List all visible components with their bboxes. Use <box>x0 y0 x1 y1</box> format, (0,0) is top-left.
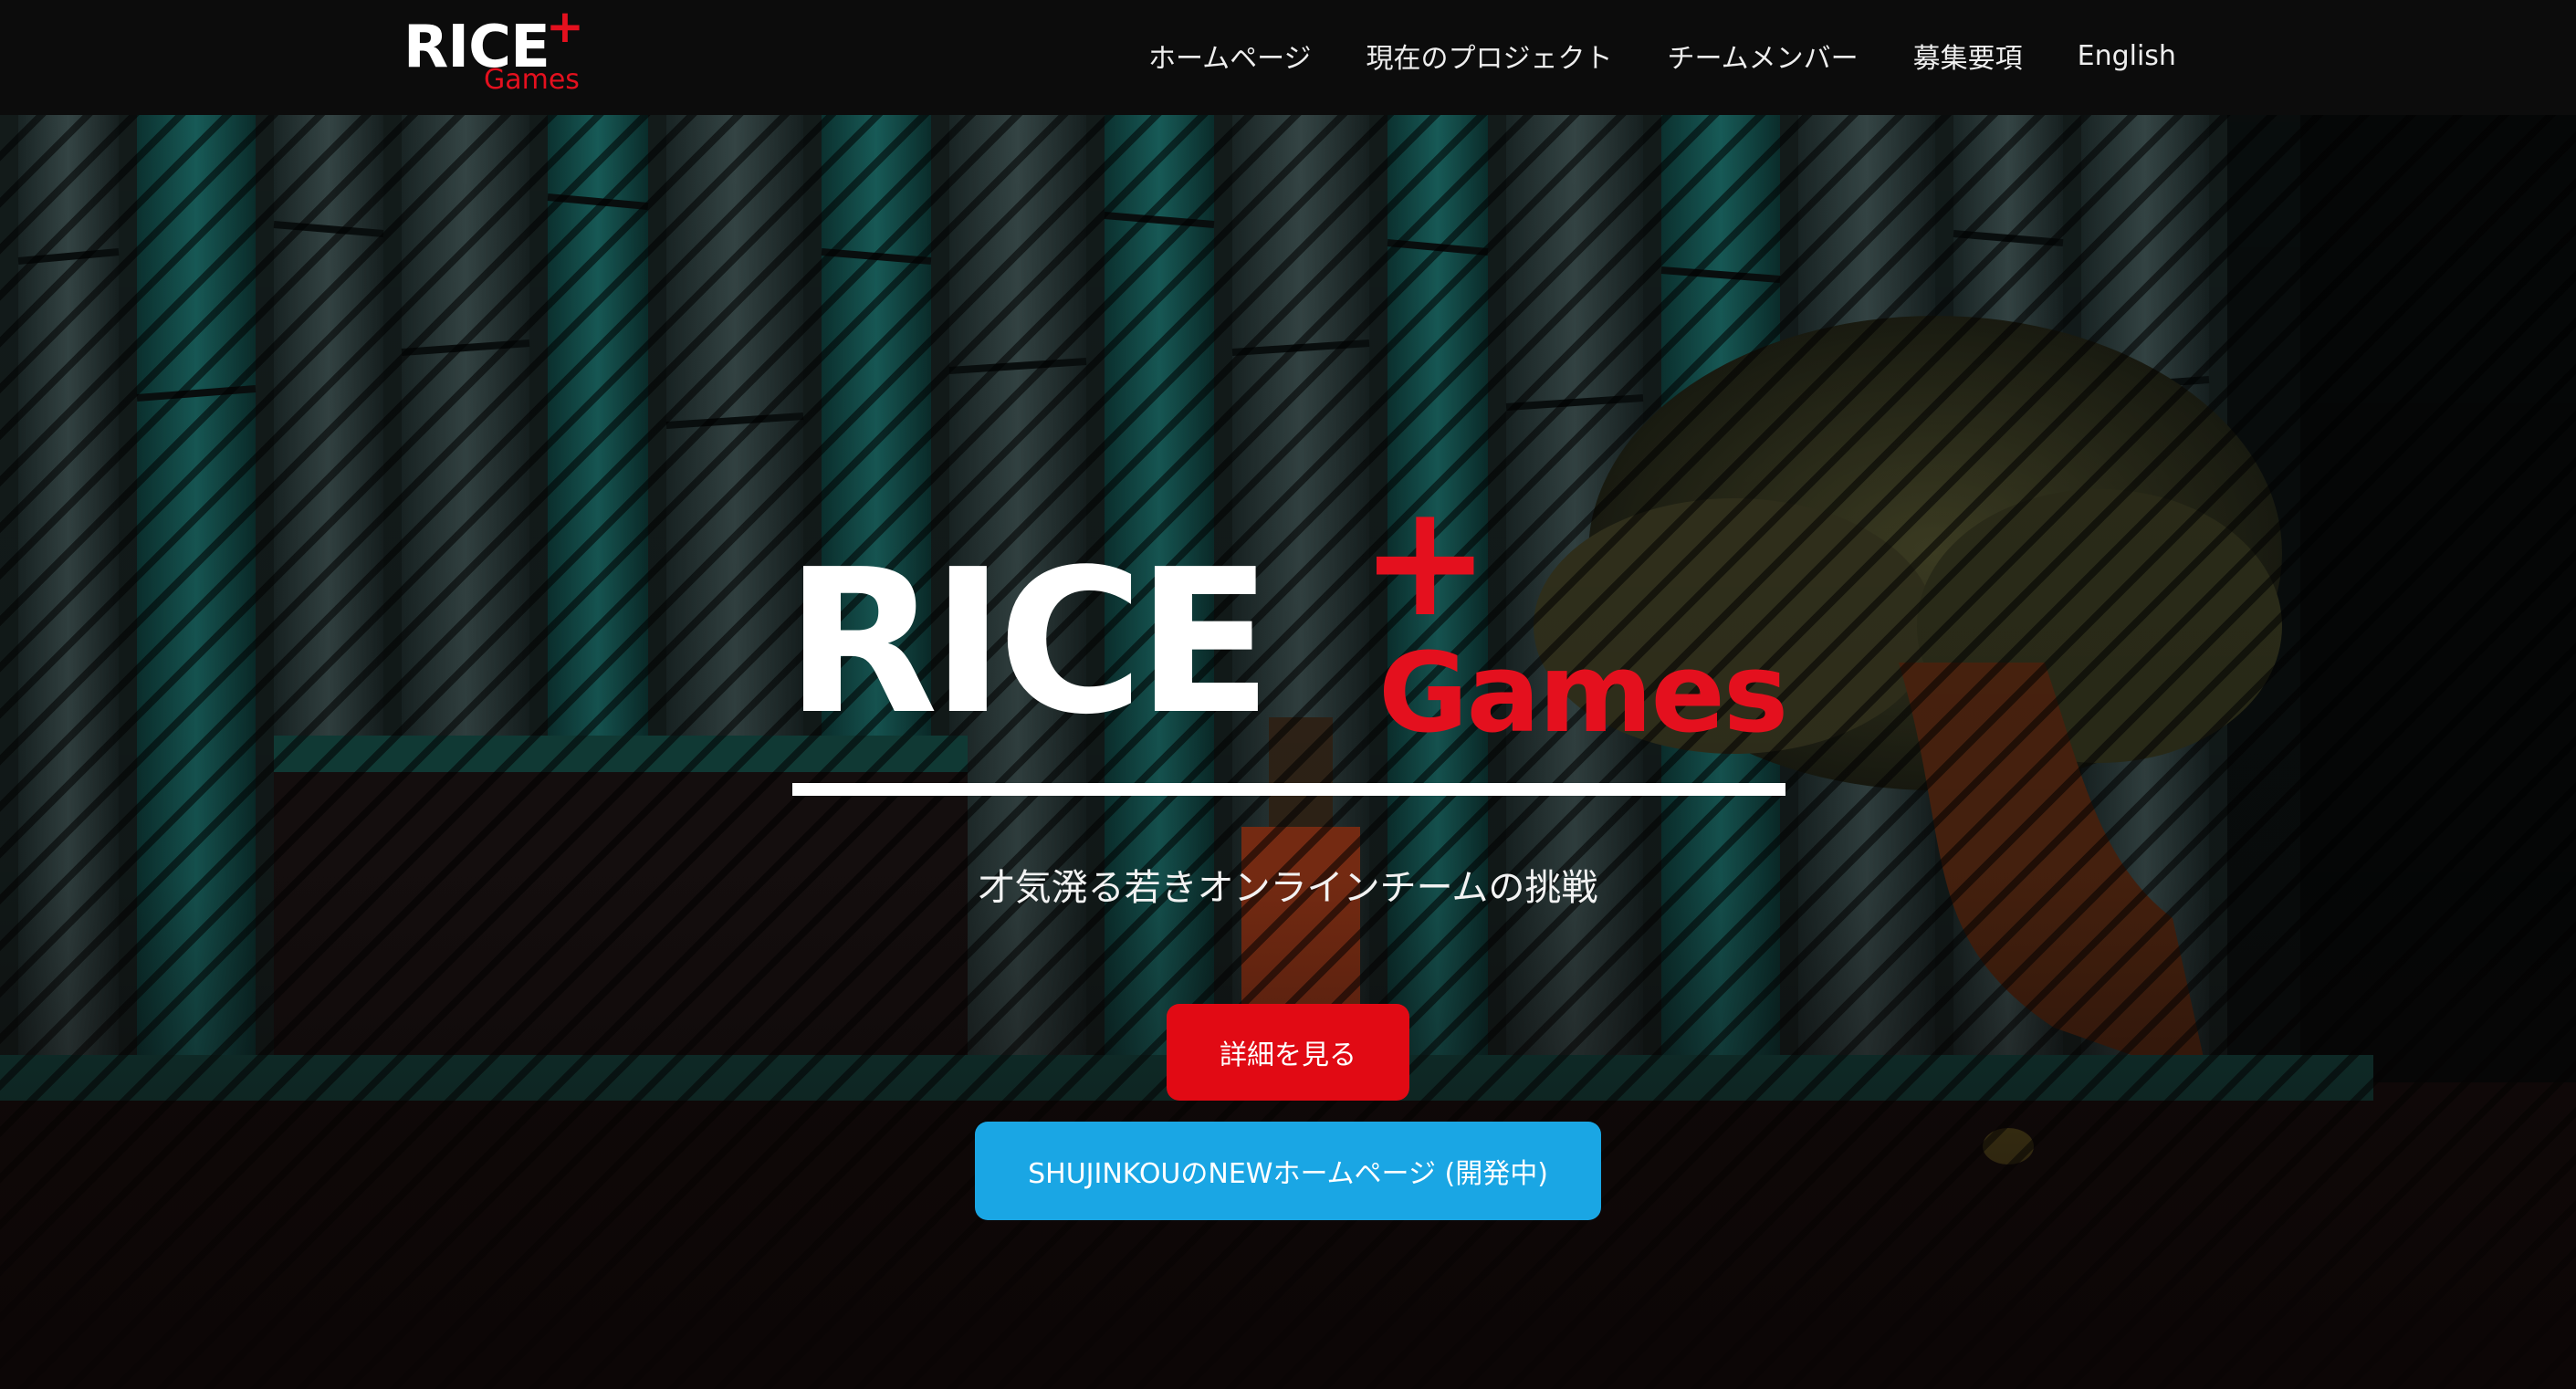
hero-logo-games-text: Games <box>1378 631 1788 757</box>
hero-logo-rice-text: RICE <box>785 527 1272 758</box>
nav-item-home[interactable]: ホームページ <box>1148 36 1312 76</box>
nav-item-recruitment[interactable]: 募集要項 <box>1913 36 2023 76</box>
nav-item-current-project[interactable]: 現在のプロジェクト <box>1367 36 1613 76</box>
hero-logo-underline <box>792 783 1785 796</box>
nav-item-english[interactable]: English <box>2078 40 2176 72</box>
brand-logo[interactable]: RICE + Games <box>402 0 584 102</box>
hero-logo-plus: + <box>1360 471 1491 652</box>
hero-tagline: 才気溌る若きオンラインチームの挑戦 <box>978 867 1598 909</box>
hero-logo: RICE + Games <box>785 484 1817 794</box>
nav-item-team-members[interactable]: チームメンバー <box>1668 36 1859 76</box>
main-nav: ホームページ 現在のプロジェクト チームメンバー 募集要項 English <box>1148 33 2176 78</box>
see-details-button[interactable]: 詳細を見る <box>1167 1004 1409 1101</box>
new-homepage-button[interactable]: SHUJINKOUのNEWホームページ (開発中) <box>975 1122 1601 1220</box>
brand-logo-games-text: Games <box>484 64 580 96</box>
brand-logo-plus: + <box>546 0 584 53</box>
top-navbar: RICE + Games ホームページ 現在のプロジェクト チームメンバー 募集… <box>0 0 2576 115</box>
